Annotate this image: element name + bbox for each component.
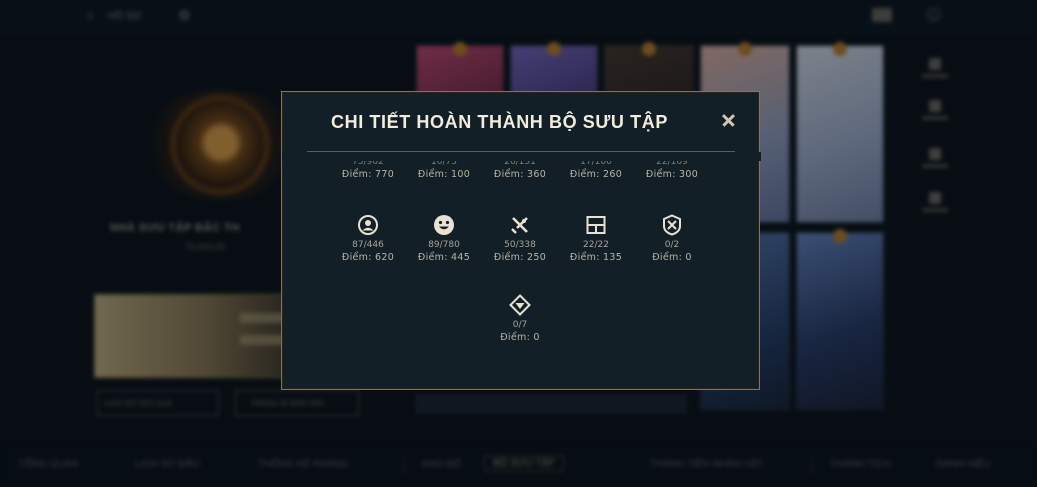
emote-icon [434, 215, 454, 235]
category-count: 22/22 [583, 240, 609, 250]
category-count: 89/780 [428, 240, 460, 250]
collection-detail-modal: CHI TIẾT HOÀN THÀNH BỘ SƯU TẬP 75/962 Đi… [281, 91, 761, 391]
category-points: Điểm: 620 [341, 252, 395, 263]
category-points: Điểm: 0 [500, 332, 540, 343]
category-points: Điểm: 100 [417, 169, 471, 180]
category-count: 0/2 [664, 240, 680, 250]
frame-icon [586, 216, 606, 234]
category-points: Điểm: 135 [569, 252, 623, 263]
category-points: Điểm: 300 [645, 169, 699, 180]
category-item: 50/338 Điểm: 250 [482, 214, 558, 265]
category-item: 0/2 Điểm: 0 [634, 214, 710, 265]
title-divider [307, 151, 735, 152]
category-item: 89/780 Điểm: 445 [406, 214, 482, 265]
category-points: Điểm: 360 [493, 169, 547, 180]
category-points: Điểm: 770 [341, 169, 395, 180]
category-item: 0/7 Điểm: 0 [482, 294, 558, 345]
shield-badge-icon [663, 214, 681, 236]
diamond-emblem-icon [509, 294, 531, 316]
category-count: 50/338 [504, 240, 536, 250]
profile-icon [358, 215, 378, 235]
scroll-clip [282, 152, 761, 161]
category-points: Điểm: 260 [569, 169, 623, 180]
category-points: Điểm: 0 [652, 252, 692, 263]
category-count: 0/7 [512, 320, 528, 330]
category-points: Điểm: 250 [493, 252, 547, 263]
category-count: 87/446 [352, 240, 384, 250]
category-item: 87/446 Điểm: 620 [330, 214, 406, 265]
category-item: 22/22 Điểm: 135 [558, 214, 634, 265]
category-grid: 75/962 Điểm: 770 10/75 Điểm: 100 26/151 … [282, 92, 761, 391]
crossed-swords-icon [511, 217, 528, 234]
category-points: Điểm: 445 [417, 252, 471, 263]
